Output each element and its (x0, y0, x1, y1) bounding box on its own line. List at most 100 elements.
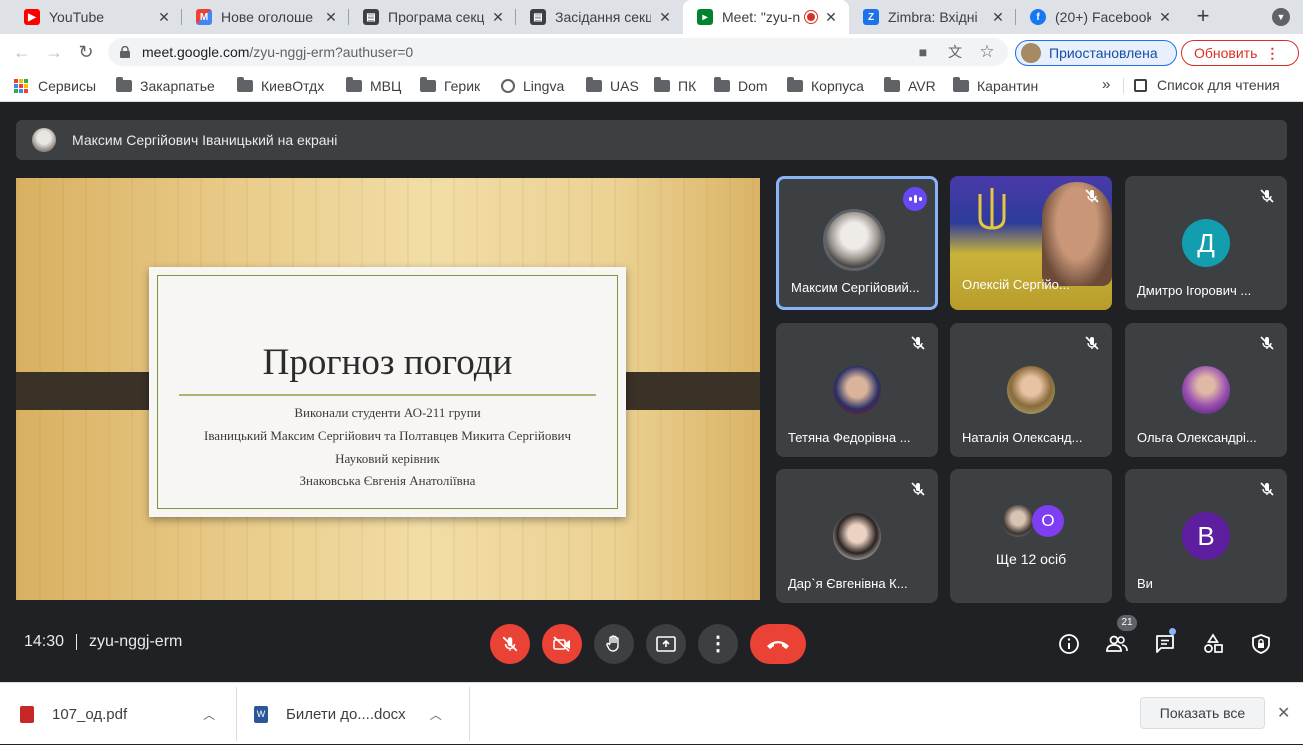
download-item[interactable]: W Билети до....docx ︿ (254, 683, 442, 745)
participants-button[interactable] (1104, 631, 1130, 657)
activities-button[interactable] (1200, 631, 1226, 657)
self-tile[interactable]: В Ви (1125, 469, 1287, 603)
chat-icon (1156, 635, 1174, 653)
tab-gmail[interactable]: M Нове оголоше ✕ (182, 0, 349, 34)
tab-meet[interactable]: ▸ Meet: "zyu-n ✕ (683, 0, 849, 34)
word-icon: W (254, 705, 268, 723)
close-icon[interactable]: ✕ (657, 9, 673, 26)
back-button[interactable]: ← (12, 42, 32, 62)
slide-strap-left (16, 372, 166, 410)
bookmark-link[interactable]: Lingva (501, 77, 564, 95)
mic-off-icon (911, 336, 925, 350)
tab-label: Meet: "zyu-n (722, 9, 801, 25)
download-filename: Билети до....docx (286, 705, 406, 723)
chevron-up-icon[interactable]: ︿ (203, 706, 215, 723)
reading-list-button[interactable]: Список для чтения (1134, 77, 1280, 93)
tab-label: (20+) Facebook (1055, 9, 1151, 25)
bookmark-folder[interactable]: Корпуса (787, 77, 864, 95)
gmail-icon: M (196, 9, 212, 25)
participant-tile[interactable]: Дар`я Євгенівна К... (776, 469, 938, 603)
tab-search-icon[interactable]: ▼ (1272, 8, 1290, 26)
doc-icon: ▤ (363, 9, 379, 25)
address-bar[interactable]: meet.google.com/zyu-nggj-erm?authuser=0 … (108, 38, 1008, 66)
participant-avatar (1007, 366, 1055, 414)
chat-button[interactable] (1152, 631, 1178, 657)
bookmark-folder[interactable]: AVR (884, 77, 936, 95)
bookmark-folder[interactable]: Карантин (953, 77, 1038, 95)
leave-call-button[interactable] (750, 624, 806, 664)
presenter-text: Максим Сергійович Іваницький на екрані (72, 132, 338, 148)
participant-tile[interactable]: Наталія Олександ... (950, 323, 1112, 457)
bookmark-apps[interactable]: Сервисы (14, 77, 96, 95)
participant-tile[interactable]: Д Дмитро Ігорович ... (1125, 176, 1287, 310)
tab-facebook[interactable]: f (20+) Facebook ✕ (1016, 0, 1183, 34)
bookmark-star-icon[interactable]: ☆ (978, 43, 996, 61)
participant-tile[interactable]: Ольга Олександрі... (1125, 323, 1287, 457)
close-icon[interactable]: ✕ (323, 9, 339, 26)
present-icon (656, 636, 676, 652)
bookmark-folder[interactable]: Dom (714, 77, 768, 95)
url-path: /zyu-nggj-erm?authuser=0 (249, 44, 414, 60)
bookmark-folder[interactable]: МВЦ (346, 77, 401, 95)
presentation-stage[interactable]: Прогноз погоди Виконали студенти АО-211 … (16, 178, 760, 600)
host-controls-button[interactable] (1248, 631, 1274, 657)
translate-icon[interactable]: 文 (946, 43, 964, 61)
tab-youtube[interactable]: ▶ YouTube ✕ (10, 0, 182, 34)
bookmark-folder[interactable]: Герик (420, 77, 480, 95)
folder-icon (884, 77, 900, 92)
bookmarks-overflow-button[interactable]: » (1102, 76, 1110, 93)
participant-name: Тетяна Федорівна ... (788, 430, 911, 445)
bookmark-folder[interactable]: ПК (654, 77, 696, 95)
meeting-details-button[interactable] (1056, 631, 1082, 657)
present-screen-button[interactable] (646, 624, 686, 664)
close-icon[interactable]: ✕ (1157, 9, 1173, 26)
bookmark-folder[interactable]: UAS (586, 77, 639, 95)
participant-tile[interactable]: Максим Сергійовий... (776, 176, 938, 310)
close-icon[interactable]: ✕ (990, 9, 1006, 26)
youtube-icon: ▶ (24, 9, 40, 25)
close-icon[interactable]: ✕ (1277, 703, 1290, 723)
slide-card: Прогноз погоди Виконали студенти АО-211 … (149, 267, 626, 517)
tab-program[interactable]: ▤ Програма секц ✕ (349, 0, 516, 34)
participant-tile[interactable]: Олексій Сергійо... (950, 176, 1112, 310)
pdf-icon (20, 705, 34, 723)
bookmark-label: МВЦ (370, 78, 402, 94)
microphone-toggle-button[interactable] (490, 624, 530, 664)
camera-toggle-button[interactable] (542, 624, 582, 664)
end-call-icon (767, 641, 789, 649)
download-item[interactable]: 107_од.pdf ︿ (20, 683, 215, 745)
bookmark-folder[interactable]: Закарпатье (116, 77, 215, 95)
close-icon[interactable]: ✕ (490, 9, 506, 26)
bookmark-folder[interactable]: КиевОтдх (237, 77, 324, 95)
reading-list-label: Список для чтения (1157, 77, 1280, 93)
close-icon[interactable]: ✕ (156, 9, 172, 26)
zimbra-icon: Z (863, 9, 879, 25)
close-icon[interactable]: ✕ (823, 9, 839, 26)
more-participants-tile[interactable]: О Ще 12 осіб (950, 469, 1112, 603)
url-text[interactable]: meet.google.com/zyu-nggj-erm?authuser=0 (142, 44, 413, 60)
raise-hand-button[interactable] (594, 624, 634, 664)
show-all-downloads-button[interactable]: Показать все (1140, 697, 1265, 729)
lock-icon[interactable] (120, 46, 130, 58)
tab-zimbra[interactable]: Z Zimbra: Вхідні ✕ (849, 0, 1016, 34)
bookmark-label: Закарпатье (140, 78, 215, 94)
tab-label: YouTube (49, 9, 105, 25)
bookmark-label: Герик (444, 78, 481, 94)
camera-icon[interactable]: ■ (914, 43, 932, 61)
participant-tile[interactable]: Тетяна Федорівна ... (776, 323, 938, 457)
profile-label: Приостановлена (1049, 45, 1158, 61)
folder-icon (714, 77, 730, 92)
tab-meeting-doc[interactable]: ▤ Засідання секц ✕ (516, 0, 683, 34)
chevron-up-icon[interactable]: ︿ (430, 706, 442, 723)
presenter-banner: Максим Сергійович Іваницький на екрані (16, 120, 1287, 160)
new-tab-button[interactable]: + (1190, 4, 1216, 30)
more-options-button[interactable]: ⋮ (698, 624, 738, 664)
download-filename: 107_од.pdf (52, 705, 128, 723)
reload-button[interactable]: ↻ (76, 42, 96, 62)
unread-indicator (1169, 628, 1176, 635)
forward-button[interactable]: → (44, 42, 64, 62)
profile-button[interactable]: Приостановлена (1015, 40, 1177, 66)
update-button[interactable]: Обновить ⋮ (1181, 40, 1299, 66)
participant-avatar: О (1032, 505, 1064, 537)
recording-icon (805, 11, 817, 23)
